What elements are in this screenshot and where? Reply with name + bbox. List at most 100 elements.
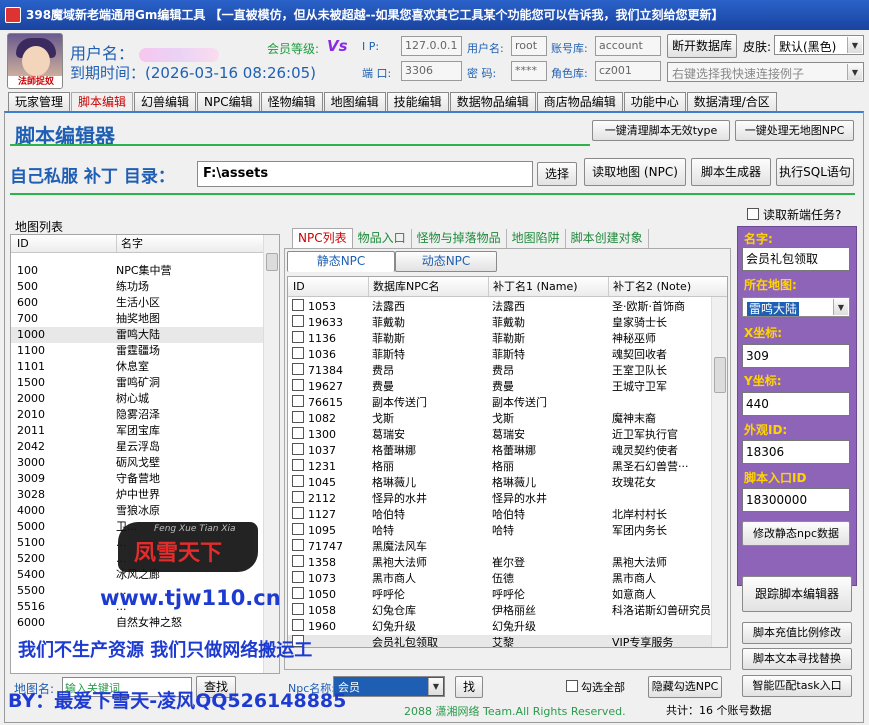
- tab-main-7[interactable]: 数据物品编辑: [449, 92, 536, 112]
- hide-checked-npc-button[interactable]: 隐藏勾选NPC: [648, 676, 722, 698]
- npc-row-checkbox[interactable]: [292, 315, 304, 327]
- npc-row-checkbox[interactable]: [292, 523, 304, 535]
- port-field[interactable]: 3306: [401, 61, 462, 81]
- map-list-row[interactable]: 1100 雷霆疆场: [11, 343, 279, 359]
- find-replace-button[interactable]: 脚本文本寻找替换: [742, 648, 852, 670]
- npc-row-checkbox[interactable]: [292, 427, 304, 439]
- browse-button[interactable]: 选择: [537, 162, 577, 186]
- tab-main-1[interactable]: 脚本编辑: [71, 92, 134, 112]
- tab-dynamic-npc[interactable]: 动态NPC: [395, 251, 497, 272]
- script-generator-button[interactable]: 脚本生成器: [691, 158, 771, 186]
- npc-row-checkbox[interactable]: [292, 571, 304, 583]
- npc-row-checkbox[interactable]: [292, 411, 304, 423]
- npc-row-checkbox[interactable]: [292, 299, 304, 311]
- npc-search-button[interactable]: 找: [455, 676, 483, 698]
- npc-row-checkbox[interactable]: [292, 587, 304, 599]
- check-all-checkbox[interactable]: [566, 680, 578, 692]
- npc-map-select[interactable]: 雷鸣大陆 ▼: [742, 297, 850, 317]
- npc-row-checkbox[interactable]: [292, 555, 304, 567]
- map-list-row[interactable]: 3009 守备营地: [11, 471, 279, 487]
- map-list-row[interactable]: 3028 炉中世界: [11, 487, 279, 503]
- npc-row[interactable]: 1058 幻兔仓库 伊格丽丝 科洛诺斯幻兽研究员: [288, 603, 727, 619]
- npc-row[interactable]: 会员礼包领取 艾黎 VIP专享服务: [288, 635, 727, 647]
- clean-npc-button[interactable]: 一键处理无地图NPC: [735, 120, 854, 141]
- tab-sub-1[interactable]: 物品入口: [353, 229, 412, 249]
- npc-row[interactable]: 76615 副本传送门 副本传送门: [288, 395, 727, 411]
- npc-row[interactable]: 1053 法露西 法露西 圣·欧斯·首饰商: [288, 299, 727, 315]
- db-user-field[interactable]: root: [511, 36, 547, 56]
- db-pass-field[interactable]: ****: [511, 61, 547, 81]
- npc-row-checkbox[interactable]: [292, 619, 304, 631]
- role-db-field[interactable]: cz001: [595, 61, 661, 81]
- tab-static-npc[interactable]: 静态NPC: [287, 251, 395, 272]
- tab-main-9[interactable]: 功能中心: [623, 92, 686, 112]
- npc-row[interactable]: 71384 费昂 费昂 王室卫队长: [288, 363, 727, 379]
- npc-row[interactable]: 19627 费曼 费曼 王城守卫军: [288, 379, 727, 395]
- tab-main-0[interactable]: 玩家管理: [8, 92, 71, 112]
- map-list-row[interactable]: 2010 隐雾沼泽: [11, 407, 279, 423]
- npc-row-checkbox[interactable]: [292, 347, 304, 359]
- map-list-row[interactable]: 1101 休息室: [11, 359, 279, 375]
- npc-entry-input[interactable]: 18300000: [742, 488, 850, 512]
- tab-main-2[interactable]: 幻兽编辑: [134, 92, 197, 112]
- map-list-row[interactable]: 6000 自然女神之怒: [11, 615, 279, 631]
- npc-row-checkbox[interactable]: [292, 379, 304, 391]
- npc-row-checkbox[interactable]: [292, 331, 304, 343]
- npc-name-input[interactable]: 会员礼包领取: [742, 247, 850, 271]
- npc-row-checkbox[interactable]: [292, 363, 304, 375]
- npc-row[interactable]: 1960 幻兔升级 幻兔升级: [288, 619, 727, 635]
- npc-row[interactable]: 1082 戈斯 戈斯 魔神末裔: [288, 411, 727, 427]
- npc-row-checkbox[interactable]: [292, 539, 304, 551]
- npc-row[interactable]: 71747 黑魔法风车: [288, 539, 727, 555]
- tab-main-6[interactable]: 技能编辑: [386, 92, 449, 112]
- map-list-row[interactable]: 1000 雷鸣大陆: [11, 327, 279, 343]
- npc-row[interactable]: 1136 菲勒斯 菲勒斯 神秘巫师: [288, 331, 727, 347]
- npc-row-checkbox[interactable]: [292, 475, 304, 487]
- patch-path-input[interactable]: F:\assets: [197, 161, 533, 187]
- npc-row[interactable]: 19633 菲戴勒 菲戴勒 皇家骑士长: [288, 315, 727, 331]
- npc-row[interactable]: 1036 菲斯特 菲斯特 魂契回收者: [288, 347, 727, 363]
- map-list-row[interactable]: 2000 树心城: [11, 391, 279, 407]
- npc-row-checkbox[interactable]: [292, 395, 304, 407]
- map-list-row[interactable]: 500 练功场: [11, 279, 279, 295]
- npc-grid-scrollbar[interactable]: [711, 297, 727, 647]
- npc-row[interactable]: 1358 黑袍大法师 崔尔登 黑袍大法师: [288, 555, 727, 571]
- npc-y-input[interactable]: 440: [742, 392, 850, 416]
- read-map-button[interactable]: 读取地图 (NPC): [584, 158, 686, 186]
- smart-match-button[interactable]: 智能匹配task入口: [742, 675, 852, 697]
- map-list-row[interactable]: 4000 雪狼冰原: [11, 503, 279, 519]
- tab-sub-2[interactable]: 怪物与掉落物品: [412, 229, 507, 249]
- npc-row[interactable]: 1095 哈特 哈特 军团内务长: [288, 523, 727, 539]
- tab-main-4[interactable]: 怪物编辑: [260, 92, 323, 112]
- map-list-row[interactable]: 700 抽奖地图: [11, 311, 279, 327]
- skin-select[interactable]: 默认(黑色) ▼: [774, 35, 864, 55]
- tab-sub-3[interactable]: 地图陷阱: [507, 229, 566, 249]
- tab-main-8[interactable]: 商店物品编辑: [536, 92, 623, 112]
- map-list-row[interactable]: 3000 砺风戈壁: [11, 455, 279, 471]
- quick-connect-select[interactable]: 右键选择我快速连接例子 ▼: [667, 62, 864, 82]
- npc-row[interactable]: 1037 格蕾琳娜 格蕾琳娜 魂灵契约使者: [288, 443, 727, 459]
- npc-row[interactable]: 1231 格丽 格丽 黑圣石幻兽营···: [288, 459, 727, 475]
- tab-main-3[interactable]: NPC编辑: [197, 92, 260, 112]
- npc-row[interactable]: 2112 怪异的水井 怪异的水井: [288, 491, 727, 507]
- npc-row[interactable]: 1300 葛瑞安 葛瑞安 近卫军执行官: [288, 427, 727, 443]
- npc-row-checkbox[interactable]: [292, 507, 304, 519]
- tab-sub-0[interactable]: NPC列表: [292, 228, 353, 248]
- account-db-field[interactable]: account: [595, 36, 661, 56]
- npc-look-input[interactable]: 18306: [742, 440, 850, 464]
- chevron-down-icon[interactable]: ▼: [428, 678, 443, 695]
- npc-row[interactable]: 1127 哈伯特 哈伯特 北岸村村长: [288, 507, 727, 523]
- ip-field[interactable]: 127.0.0.1: [401, 36, 462, 56]
- chevron-down-icon[interactable]: ▼: [847, 64, 862, 80]
- npc-search-input[interactable]: 会员 ▼: [333, 676, 445, 697]
- read-new-task-checkbox[interactable]: [747, 208, 759, 220]
- map-list-row[interactable]: 600 生活小区: [11, 295, 279, 311]
- clean-type-button[interactable]: 一键清理脚本无效type: [592, 120, 730, 141]
- chevron-down-icon[interactable]: ▼: [833, 299, 848, 315]
- map-list-row[interactable]: 100 NPC集中营: [11, 263, 279, 279]
- npc-x-input[interactable]: 309: [742, 344, 850, 368]
- tab-main-10[interactable]: 数据清理/合区: [686, 92, 777, 112]
- npc-row[interactable]: 1050 呼呼伦 呼呼伦 如意商人: [288, 587, 727, 603]
- npc-row-checkbox[interactable]: [292, 443, 304, 455]
- recharge-ratio-button[interactable]: 脚本充值比例修改: [742, 622, 852, 644]
